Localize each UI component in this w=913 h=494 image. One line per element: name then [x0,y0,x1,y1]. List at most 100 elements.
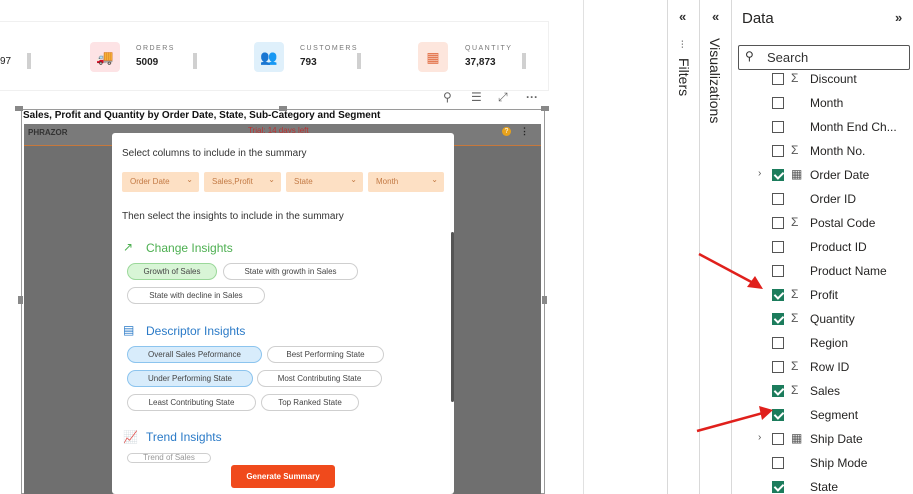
visualizations-collapse-icon[interactable]: « [712,9,719,24]
resize-handle[interactable] [279,106,287,111]
field-checkbox[interactable] [772,289,784,301]
resize-handle[interactable] [18,296,23,304]
chip-state-with-decline[interactable]: State with decline in Sales [127,287,265,304]
field-checkbox[interactable] [772,457,784,469]
red-arrow-icon [698,252,763,289]
field-checkbox[interactable] [772,169,784,181]
sigma-icon: Σ [791,359,799,373]
field-name: Month No. [810,144,866,158]
field-name: Order ID [810,192,857,206]
phrazor-menu-icon[interactable]: ⋮ [520,126,529,137]
chip-growth-of-sales[interactable]: Growth of Sales [127,263,217,280]
column-dropdown-measures[interactable]: Sales,Profit ⌄ [204,172,281,192]
column-dropdown-period[interactable]: Month ⌄ [368,172,444,192]
chip-best-performing-state[interactable]: Best Performing State [267,346,384,363]
field-checkbox[interactable] [772,265,784,277]
resize-handle[interactable] [542,296,547,304]
chip-most-contributing-state[interactable]: Most Contributing State [257,370,382,387]
canvas-margin [583,0,667,494]
field-name: Discount [810,72,857,86]
trend-insights-icon: 📈 [123,430,138,444]
visual-title: Sales, Profit and Quantity by Order Date… [23,110,381,121]
select-columns-label: Select columns to include in the summary [122,148,307,159]
kpi-divider [193,53,197,69]
phrazor-logo: PHRAZOR [28,128,68,137]
field-name: Row ID [810,360,850,374]
field-name: State [810,480,839,494]
search-icon: ⚲ [745,49,754,63]
sigma-icon: Σ [791,383,799,397]
expand-chevron-icon[interactable]: › [758,168,761,179]
data-pane-expand-icon[interactable]: » [895,10,902,25]
chip-trend-of-sales[interactable]: Trend of Sales [127,453,211,463]
field-checkbox[interactable] [772,481,784,493]
field-name: Month [810,96,844,110]
generate-summary-button[interactable]: Generate Summary [231,465,335,488]
field-name: Ship Date [810,432,863,446]
help-icon[interactable]: ? [502,127,511,136]
field-checkbox[interactable] [772,241,784,253]
focus-mode-icon[interactable]: ⤢ [498,90,508,105]
field-checkbox[interactable] [772,121,784,133]
chevron-down-icon: ⌄ [268,175,275,184]
quantity-value: 37,873 [465,57,496,68]
field-checkbox[interactable] [772,361,784,373]
select-insights-label: Then select the insights to include in t… [122,211,344,222]
kpi-divider [522,53,526,69]
chip-overall-sales-performance[interactable]: Overall Sales Peformance [127,346,262,363]
kpi-divider [27,53,31,69]
filter-icon[interactable]: ☰ [471,90,482,104]
quantity-label: QUANTITY [465,45,513,52]
trend-insights-title: Trend Insights [146,430,222,444]
sigma-icon: Σ [791,71,799,85]
column-dropdown-date[interactable]: Order Date ⌄ [122,172,199,192]
chip-under-performing-state[interactable]: Under Performing State [127,370,253,387]
descriptor-insights-title: Descriptor Insights [146,324,246,338]
chevron-down-icon: ⌄ [186,175,193,184]
kpi-divider [357,53,361,69]
search-placeholder: Search [767,50,809,65]
chip-top-ranked-state[interactable]: Top Ranked State [261,394,359,411]
field-checkbox[interactable] [772,97,784,109]
field-checkbox[interactable] [772,337,784,349]
chip-least-contributing-state[interactable]: Least Contributing State [127,394,256,411]
customers-value: 793 [300,57,317,68]
kpi-fragment-value: 97 [0,56,12,67]
truck-icon: 🚚 [90,42,120,72]
field-name: Profit [810,288,839,302]
change-insights-title: Change Insights [146,241,233,255]
customers-label: CUSTOMERS [300,45,359,52]
field-checkbox[interactable] [772,193,784,205]
column-dropdown-dimension[interactable]: State ⌄ [286,172,363,192]
field-checkbox[interactable] [772,73,784,85]
field-name: Postal Code [810,216,876,230]
descriptor-insights-icon: ▤ [123,323,135,337]
data-pane-title: Data [742,10,774,27]
chip-state-with-growth[interactable]: State with growth in Sales [223,263,358,280]
field-name: Product ID [810,240,867,254]
resize-handle[interactable] [15,106,23,111]
visualizations-label[interactable]: Visualizations [707,38,723,123]
chevron-down-icon: ⌄ [431,175,438,184]
field-checkbox[interactable] [772,385,784,397]
filters-collapse-icon[interactable]: « [679,9,686,24]
pin-icon[interactable]: ⚲ [443,90,452,104]
sigma-icon: Σ [791,311,799,325]
orders-label: ORDERS [136,45,175,52]
filters-label[interactable]: Filters [676,58,692,96]
field-name: Region [810,336,849,350]
sigma-icon: Σ [791,287,799,301]
field-name: Quantity [810,312,855,326]
sigma-icon: Σ [791,215,799,229]
resize-handle[interactable] [541,106,549,111]
more-options-icon[interactable]: ··· [526,90,538,104]
people-icon: 👥 [254,42,284,72]
field-checkbox[interactable] [772,217,784,229]
calendar-icon: ▦ [791,167,803,181]
field-checkbox[interactable] [772,145,784,157]
field-checkbox[interactable] [772,313,784,325]
field-name: Sales [810,384,841,398]
red-arrow-icon [696,406,773,433]
modal-scrollbar[interactable] [451,232,454,402]
field-name: Order Date [810,168,870,182]
